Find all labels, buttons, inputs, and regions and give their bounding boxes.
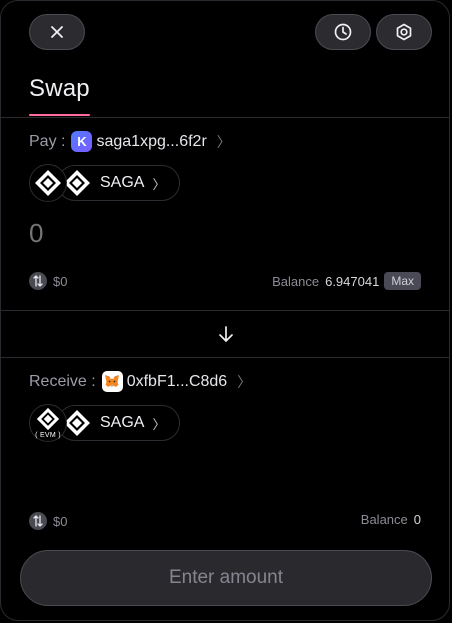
divider [1,117,449,118]
pay-wallet-row[interactable]: Pay : K saga1xpg...6f2r 〉 [29,131,231,152]
clock-icon [334,23,352,41]
switch-direction-button[interactable] [216,323,236,345]
pay-token-select[interactable]: SAGA 〉 [57,165,181,201]
pay-balance-label: Balance [272,273,320,289]
close-icon [51,26,63,38]
receive-balance-label: Balance [360,512,408,527]
history-button[interactable] [315,14,371,50]
max-button[interactable]: Max [384,272,421,290]
saga-evm-chain-icon[interactable]: ( EVM ) [29,404,67,442]
receive-wallet-row[interactable]: Receive : 0xfbF1...C8d6 〉 [29,371,251,392]
chevron-right-icon: 〉 [237,373,252,390]
gear-icon [396,23,412,41]
chevron-right-icon: 〉 [216,133,231,150]
saga-chain-icon[interactable] [29,164,67,202]
arrow-down-icon [219,326,233,342]
tab-active-indicator [29,114,90,116]
pay-token-symbol: SAGA [100,174,145,191]
receive-usd-value: $0 [53,513,68,529]
swap-panel: Swap Pay : K saga1xpg...6f2r 〉 SAGA 〉 0 … [0,0,450,621]
divider [1,310,449,311]
swap-value-icon [29,272,47,290]
chevron-right-icon: 〉 [152,416,166,432]
swap-value-icon [29,512,47,530]
pay-usd-value: $0 [53,273,68,289]
keplr-icon: K [71,131,93,152]
receive-token-symbol: SAGA [100,414,145,431]
receive-token-select[interactable]: SAGA 〉 [57,405,181,441]
tab-swap[interactable]: Swap [29,75,90,103]
pay-amount-input[interactable] [29,217,329,249]
pay-token-pair: SAGA 〉 [29,164,181,202]
evm-tag: ( EVM ) [35,432,61,439]
pay-balance-value: 6.947041 [325,273,380,289]
pay-balance-row: Balance 6.947041 Max [272,272,421,290]
enter-amount-button[interactable]: Enter amount [20,550,432,606]
chevron-right-icon: 〉 [152,176,166,192]
receive-label: Receive : [29,372,96,390]
close-button[interactable] [29,14,85,50]
saga-logo-icon [35,170,61,196]
divider [1,357,449,358]
pay-usd-row: $0 [29,272,67,290]
receive-usd-row: $0 [29,512,67,530]
receive-token-pair: ( EVM ) SAGA 〉 [29,404,181,442]
pay-label: Pay : [29,132,66,150]
saga-logo-icon [36,407,60,431]
receive-address: 0xfbF1...C8d6 [126,372,228,390]
pay-address: saga1xpg...6f2r [96,132,207,150]
metamask-icon [101,371,123,392]
settings-button[interactable] [376,14,432,50]
receive-balance-row: Balance 0 [361,512,421,527]
receive-balance-value: 0 [413,512,421,527]
